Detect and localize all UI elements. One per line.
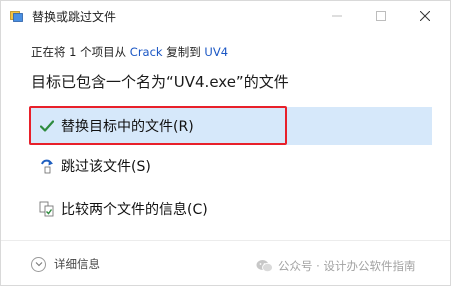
minimize-button[interactable]	[318, 1, 356, 31]
conflict-heading: 目标已包含一个名为“UV4.exe”的文件	[31, 73, 289, 91]
skip-icon	[39, 158, 55, 174]
copy-source-line: 正在将 1 个项目从 Crack 复制到 UV4	[31, 44, 228, 60]
compare-files-label: 比较两个文件的信息(C)	[61, 202, 208, 218]
replace-file-label: 替换目标中的文件(R)	[61, 119, 194, 135]
copy-source-middle: 复制到	[162, 45, 205, 59]
minimize-icon	[332, 15, 342, 17]
window-title: 替换或跳过文件	[32, 10, 117, 24]
footer-divider	[1, 240, 450, 241]
folder-copy-icon	[10, 11, 23, 22]
compare-icon	[39, 201, 55, 217]
maximize-button[interactable]	[362, 1, 400, 31]
watermark: 公众号 · 设计办公软件指南	[256, 258, 415, 274]
details-label: 详细信息	[54, 257, 100, 271]
wechat-icon	[256, 260, 273, 273]
title-bar[interactable]: 替换或跳过文件	[1, 1, 450, 31]
skip-file-option[interactable]: 跳过该文件(S)	[29, 147, 432, 185]
replace-or-skip-dialog: 替换或跳过文件 正在将 1 个项目从 Crack 复制到 UV4 目标已包含一个…	[0, 0, 451, 286]
destination-folder-link[interactable]: UV4	[204, 45, 228, 59]
checkmark-icon	[39, 118, 55, 134]
maximize-icon	[376, 11, 386, 21]
copy-source-prefix: 正在将 1 个项目从	[31, 45, 130, 59]
skip-file-label: 跳过该文件(S)	[61, 159, 151, 175]
source-folder-link[interactable]: Crack	[130, 45, 163, 59]
close-button[interactable]	[406, 1, 444, 31]
chevron-down-icon	[31, 256, 46, 272]
details-toggle[interactable]: 详细信息	[31, 256, 100, 272]
close-icon	[420, 11, 430, 21]
replace-file-option[interactable]: 替换目标中的文件(R)	[29, 107, 432, 145]
compare-files-option[interactable]: 比较两个文件的信息(C)	[29, 190, 432, 228]
watermark-text: 公众号 · 设计办公软件指南	[278, 259, 416, 273]
